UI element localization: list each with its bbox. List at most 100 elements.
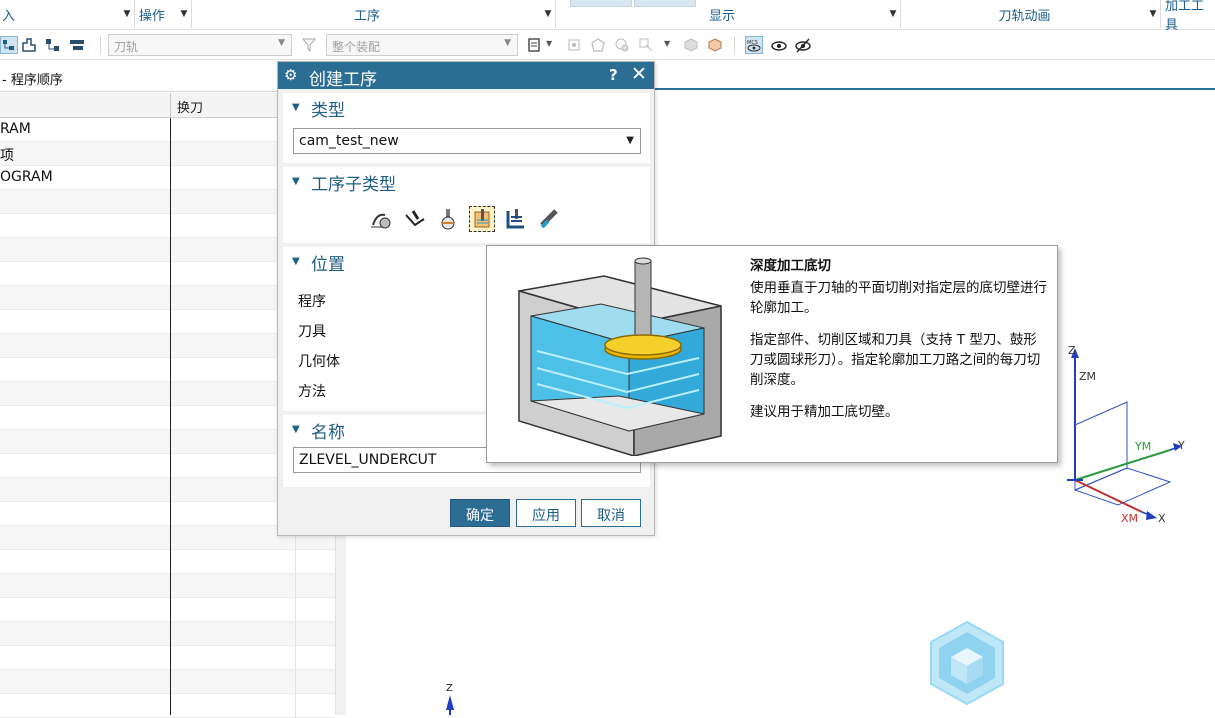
ribbon-group-label: 显示 [708,8,735,24]
chevron-down-icon[interactable]: ▼ [886,9,900,19]
shaded-view-icon[interactable] [682,36,700,54]
ribbon-group-display[interactable]: 显示 ▼ [558,0,901,28]
machine-tool-view-icon[interactable] [20,36,38,54]
main-toolbar: 刀轨 ▼ 整个装配 ▼ ▼ ▼ MCS [0,30,1215,60]
ribbon-group-label: 工序 [353,8,380,24]
flat-end-mill-icon[interactable] [537,206,563,232]
subtype-tooltip: 深度加工底切 使用垂直于刀轴的平面切削对指定层的底切壁进行轮廓加工。 指定部件、… [486,245,1058,463]
ribbon-group-toolpath-animation[interactable]: 刀轨动画 ▼ [903,0,1161,28]
mcs-display-icon[interactable]: MCS [745,36,763,54]
tooltip-paragraph: 指定部件、切削区域和刀具（支持 T 型刀、鼓形刀或圆球形刀）。指定轮廓加工刀路之… [750,332,1041,388]
x-axis-line [1074,479,1143,513]
ball-mill-icon[interactable] [435,206,461,232]
close-button[interactable]: ✕ [631,63,647,85]
type-section-header[interactable]: ▼ 类型 [283,93,650,121]
toolbar-separator [734,36,735,54]
ribbon-group-label: 操作 [139,8,166,24]
assembly-scope-combo[interactable]: 整个装配 ▼ [326,34,518,56]
snap-point-icon[interactable] [565,36,583,54]
ym-axis-label: YM [1134,440,1151,453]
chevron-down-icon[interactable]: ▼ [541,9,555,19]
apply-button[interactable]: 应用 [516,499,576,527]
gear-icon: ⚙ [284,66,298,84]
cell-divider [295,598,296,622]
type-select-value: cam_test_new [299,133,399,149]
zm-axis-label: ZM [1079,370,1096,383]
table-row[interactable] [0,694,335,718]
subtype-section-header[interactable]: ▼ 工序子类型 [283,167,650,195]
column-header-tool-change[interactable]: 换刀 [177,97,203,116]
chevron-down-icon[interactable]: ▼ [546,39,552,48]
chevron-down-icon[interactable]: ▼ [120,9,134,19]
location-section-title: 位置 [311,255,345,275]
component-select-icon[interactable] [637,36,655,54]
program-label: 程序 [298,294,326,310]
table-row[interactable] [0,598,335,622]
table-row[interactable] [0,646,335,670]
table-row[interactable] [0,670,335,694]
table-row[interactable] [0,574,335,598]
corner-zlevel-icon[interactable] [503,206,529,232]
assembly-combo-value: 整个装配 [332,40,381,54]
program-order-view-icon[interactable] [0,36,18,54]
y-axis-label: Y [1177,439,1185,452]
ok-button[interactable]: 确定 [450,499,510,527]
ribbon-group-insert[interactable]: 入 ▼ [0,0,135,28]
cell-divider [295,550,296,574]
collapse-triangle-icon: ▼ [292,424,300,435]
tooltip-paragraph: 使用垂直于刀轴的平面切削对指定层的底切壁进行轮廓加工。 [750,280,1047,316]
collapse-triangle-icon: ▼ [292,256,300,267]
tooltip-paragraph: 建议用于精加工底切壁。 [750,404,899,420]
subtype-section-title: 工序子类型 [311,175,396,195]
dialog-titlebar[interactable]: ⚙ 创建工序 ? ✕ [278,62,654,90]
hide-eye-icon[interactable] [794,36,812,54]
table-row[interactable] [0,622,335,646]
cell-divider [295,574,296,598]
z-axis-label: Z [1068,344,1076,357]
geometry-label: 几何体 [298,354,340,370]
chevron-down-icon: ▼ [278,38,285,48]
column-divider[interactable] [170,93,171,118]
ribbon-group-label: 入 [2,8,16,24]
column-divider [170,118,171,715]
collapse-triangle-icon: ▼ [292,176,300,187]
row-name-cell: RAM [0,121,31,137]
chevron-down-icon: ▼ [504,38,511,48]
ribbon-group-operation[interactable]: 操作 ▼ [137,0,192,28]
chevron-down-icon[interactable]: ▼ [664,39,670,48]
body-select-icon[interactable] [613,36,631,54]
ribbon-group-label: 加工工具 [1165,0,1205,33]
table-row[interactable] [0,550,335,574]
ribbon-group-machining-tools[interactable]: 加工工具 [1163,0,1215,33]
filter-icon[interactable] [300,36,318,54]
help-button[interactable]: ? [609,66,618,84]
show-eye-icon[interactable] [770,36,788,54]
part-view-icon[interactable] [706,36,724,54]
graphics-window-border [655,88,1215,90]
rest-milling-icon[interactable] [368,206,394,232]
polygon-select-icon[interactable] [589,36,607,54]
select-filter-icon[interactable] [526,36,544,54]
geometry-view-icon[interactable] [44,36,62,54]
chevron-down-icon: ▼ [626,135,634,146]
name-section-title: 名称 [311,423,345,443]
cancel-button[interactable]: 取消 [581,499,641,527]
toolpath-filter-combo[interactable]: 刀轨 ▼ [108,34,292,56]
row-name-cell: 项 [0,148,14,164]
ribbon-group-bar: 入 ▼ 操作 ▼ 工序 ▼ 显示 ▼ 刀轨动画 ▼ 加工工具 [0,0,1215,33]
contour-profile-icon[interactable] [402,206,428,232]
xm-axis-label: XM [1121,512,1138,525]
subtype-section: ▼ 工序子类型 [283,167,650,243]
chevron-down-icon[interactable]: ▼ [177,9,191,19]
chevron-down-icon[interactable]: ▼ [1146,9,1160,19]
machining-method-view-icon[interactable] [68,36,86,54]
zlevel-undercut-icon[interactable] [469,206,495,232]
type-select[interactable]: cam_test_new ▼ [293,128,641,154]
ribbon-group-label: 刀轨动画 [998,8,1051,24]
row-name-cell: OGRAM [0,169,53,185]
view-triad: Z [446,683,454,715]
ribbon-group-process[interactable]: 工序 ▼ [193,0,556,28]
x-axis-arrow [1146,511,1157,520]
nx-cube-logo-icon [930,620,1004,706]
method-label: 方法 [298,384,326,400]
